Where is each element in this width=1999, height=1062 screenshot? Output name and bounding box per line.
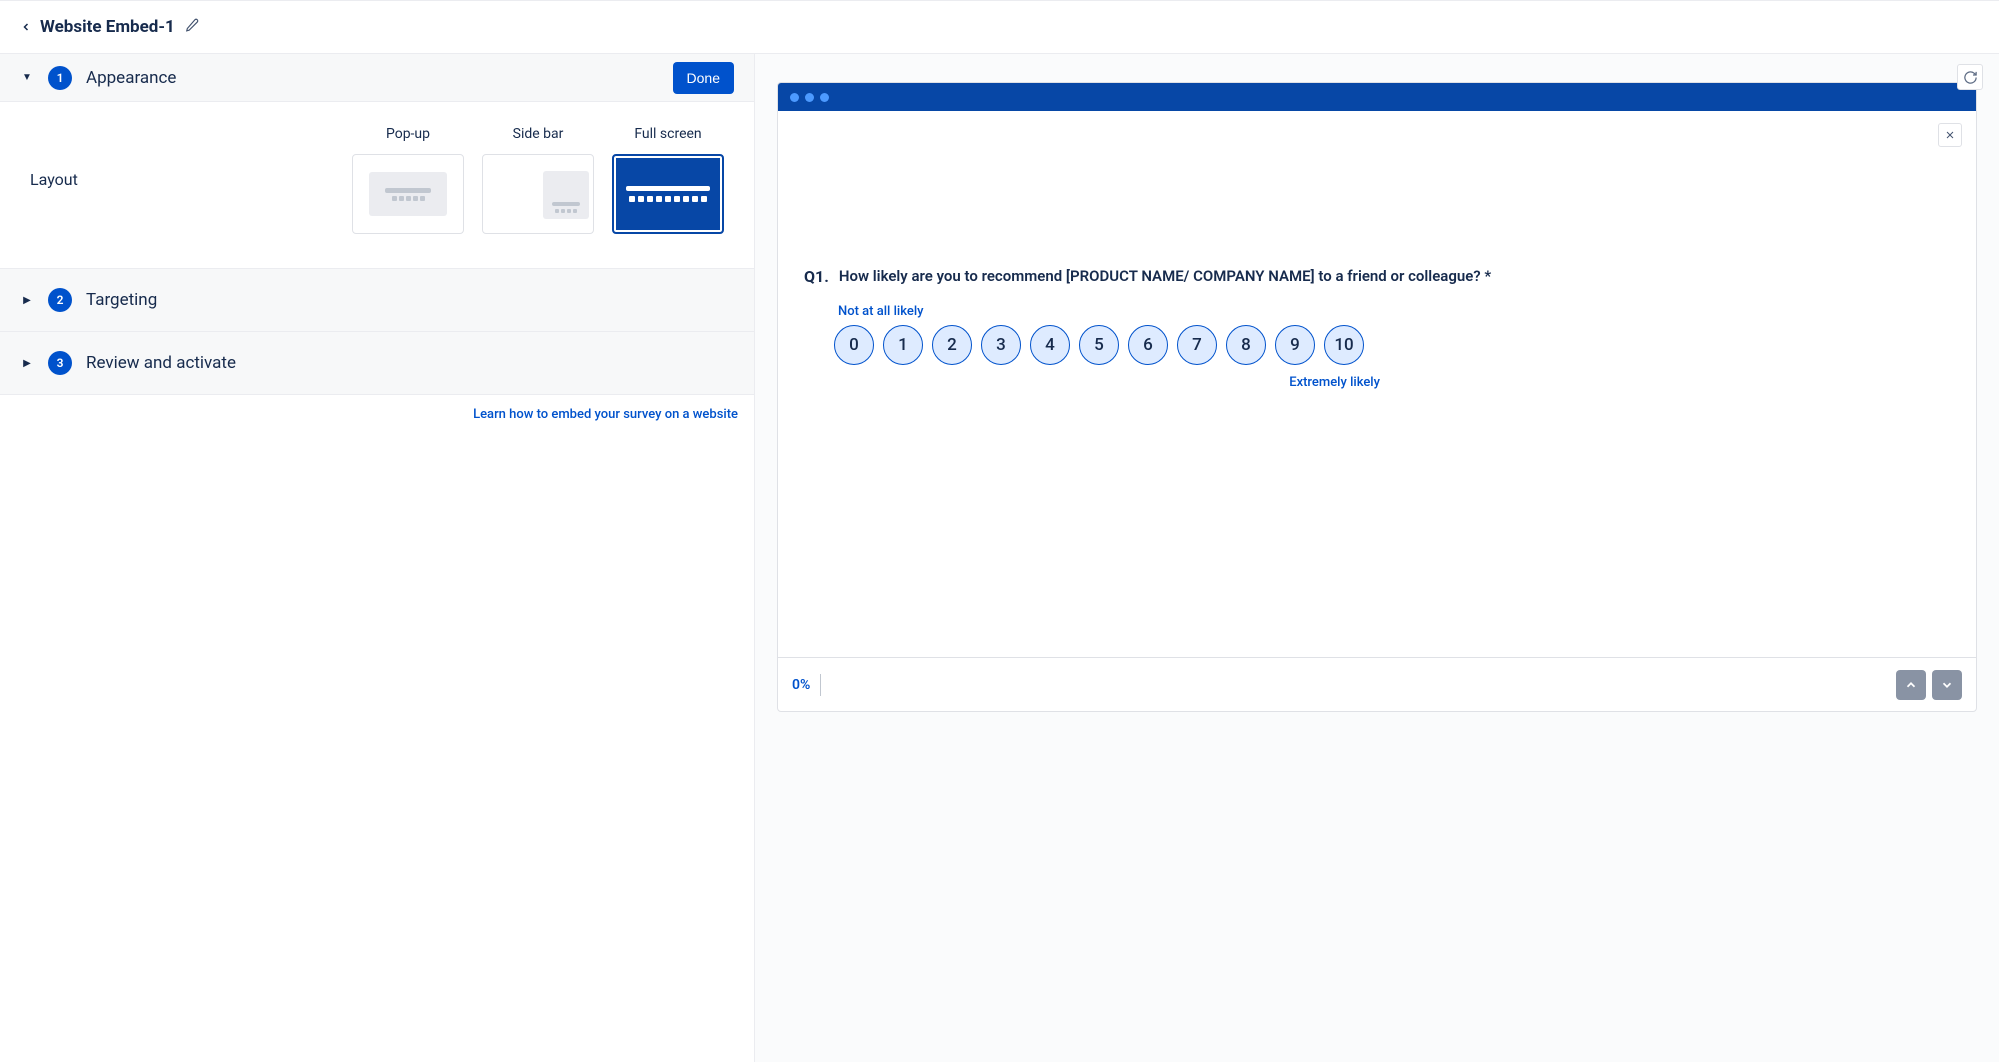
edit-title-icon[interactable]	[185, 18, 199, 36]
refresh-icon	[1963, 70, 1978, 85]
accordion-header-review[interactable]: ▶ 3 Review and activate	[0, 332, 754, 394]
popup-thumbnail-icon	[369, 172, 447, 216]
step-badge: 1	[48, 66, 72, 90]
progress-percent: 0%	[792, 677, 810, 693]
divider	[820, 674, 821, 696]
window-dot-icon	[820, 93, 829, 102]
refresh-preview-button[interactable]	[1957, 64, 1983, 90]
nps-option-0[interactable]: 0	[834, 325, 874, 365]
fullscreen-thumbnail-icon	[626, 186, 710, 202]
nps-option-5[interactable]: 5	[1079, 325, 1119, 365]
preview-browser-window: Q1. How likely are you to recommend [PRO…	[777, 82, 1977, 712]
nps-option-1[interactable]: 1	[883, 325, 923, 365]
chevron-down-icon	[1940, 678, 1954, 692]
question-number: Q1.	[804, 267, 829, 286]
caret-right-icon: ▶	[20, 295, 34, 306]
accordion-header-targeting[interactable]: ▶ 2 Targeting	[0, 269, 754, 331]
preview-panel: Q1. How likely are you to recommend [PRO…	[755, 54, 1999, 1062]
layout-label: Layout	[30, 126, 352, 189]
step-badge: 3	[48, 351, 72, 375]
nps-option-3[interactable]: 3	[981, 325, 1021, 365]
accordion-appearance: ▼ 1 Appearance Done Layout Pop-up	[0, 54, 754, 269]
step-badge: 2	[48, 288, 72, 312]
next-question-button[interactable]	[1932, 670, 1962, 700]
layout-option-label-sidebar: Side bar	[482, 126, 594, 142]
layout-option-label-fullscreen: Full screen	[612, 126, 724, 142]
close-icon	[1944, 129, 1956, 141]
page-header: Website Embed-1	[0, 0, 1999, 54]
accordion-review: ▶ 3 Review and activate	[0, 332, 754, 395]
window-dot-icon	[805, 93, 814, 102]
page-title: Website Embed-1	[40, 17, 175, 37]
scale-low-label: Not at all likely	[838, 304, 1950, 319]
browser-titlebar	[778, 83, 1976, 111]
nps-option-10[interactable]: 10	[1324, 325, 1364, 365]
nps-scale: 0 1 2 3 4 5 6 7 8 9 10	[834, 325, 1950, 365]
layout-option-sidebar[interactable]	[482, 154, 594, 234]
question-text: How likely are you to recommend [PRODUCT…	[839, 267, 1950, 285]
accordion-title: Appearance	[86, 68, 673, 88]
caret-right-icon: ▶	[20, 358, 34, 369]
accordion-header-appearance[interactable]: ▼ 1 Appearance Done	[0, 54, 754, 102]
learn-embed-link[interactable]: Learn how to embed your survey on a webs…	[473, 407, 738, 422]
sidebar-thumbnail-icon	[543, 171, 589, 219]
nps-option-4[interactable]: 4	[1030, 325, 1070, 365]
nps-option-6[interactable]: 6	[1128, 325, 1168, 365]
required-asterisk: *	[1484, 267, 1491, 285]
nps-option-9[interactable]: 9	[1275, 325, 1315, 365]
accordion-title: Review and activate	[86, 353, 734, 373]
nps-option-2[interactable]: 2	[932, 325, 972, 365]
layout-option-popup[interactable]	[352, 154, 464, 234]
chevron-up-icon	[1904, 678, 1918, 692]
nps-option-7[interactable]: 7	[1177, 325, 1217, 365]
accordion-targeting: ▶ 2 Targeting	[0, 269, 754, 332]
accordion-title: Targeting	[86, 290, 734, 310]
window-dot-icon	[790, 93, 799, 102]
prev-question-button[interactable]	[1896, 670, 1926, 700]
close-survey-button[interactable]	[1938, 123, 1962, 147]
caret-down-icon: ▼	[20, 72, 34, 83]
layout-option-fullscreen[interactable]	[612, 154, 724, 234]
scale-high-label: Extremely likely	[834, 375, 1394, 390]
nps-option-8[interactable]: 8	[1226, 325, 1266, 365]
config-panel: ▼ 1 Appearance Done Layout Pop-up	[0, 54, 755, 1062]
layout-option-label-popup: Pop-up	[352, 126, 464, 142]
survey-footer: 0%	[778, 657, 1976, 711]
back-button[interactable]	[20, 21, 32, 33]
done-button[interactable]: Done	[673, 62, 734, 94]
